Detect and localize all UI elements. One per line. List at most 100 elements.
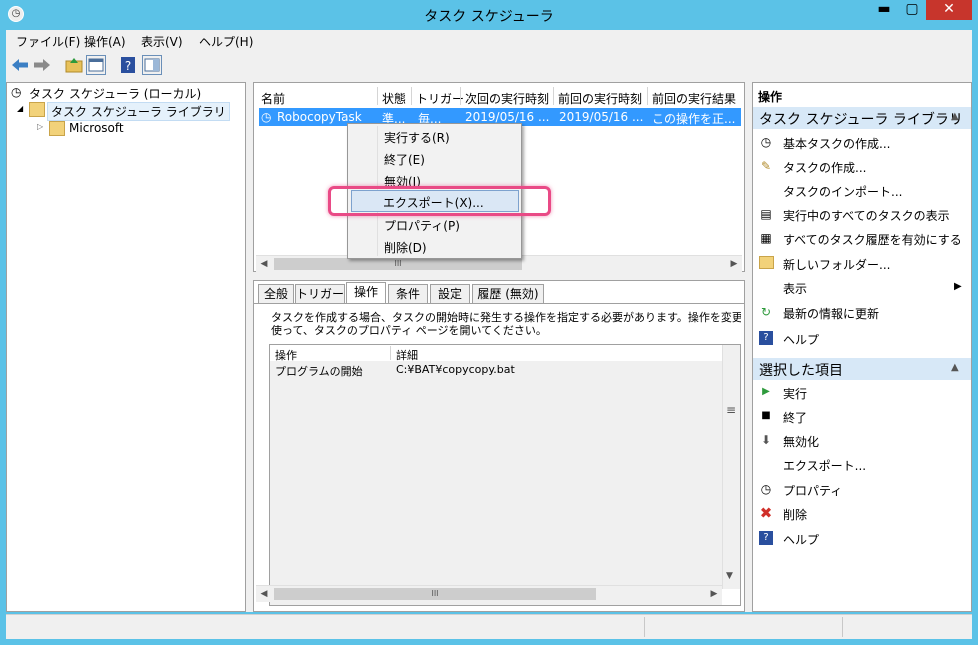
context-menu-run[interactable]: 実行する(R)	[384, 129, 450, 146]
horizontal-scrollbar[interactable]: ◀ III ▶	[256, 585, 722, 602]
tab-history[interactable]: 履歴 (無効)	[472, 284, 544, 303]
tree-library[interactable]: タスク スケジューラ ライブラリ	[47, 102, 230, 121]
maximize-button[interactable]: ▢	[898, 0, 926, 20]
action-help-selected[interactable]: ヘルプ	[783, 531, 819, 548]
action-enable-history[interactable]: すべてのタスク履歴を有効にする	[783, 231, 962, 248]
collapse-icon[interactable]: ▲	[951, 362, 959, 373]
action-help[interactable]: ヘルプ	[783, 331, 819, 348]
action-delete[interactable]: 削除	[783, 506, 807, 523]
submenu-arrow-icon: ▶	[954, 281, 962, 292]
action-properties[interactable]: プロパティ	[783, 482, 842, 499]
scroll-down-icon[interactable]: ▼	[726, 571, 733, 581]
action-show-running-tasks[interactable]: 実行中のすべてのタスクの表示	[783, 207, 950, 224]
column-header-trigger[interactable]: トリガー	[416, 90, 464, 107]
table-row[interactable]: プログラムの開始 C:¥BAT¥copycopy.bat	[270, 362, 722, 378]
task-last-result: この操作を正...	[652, 112, 736, 126]
tree-microsoft[interactable]: Microsoft	[69, 121, 124, 135]
action-disable[interactable]: 無効化	[783, 433, 819, 450]
menu-file[interactable]: ファイル(F)	[16, 33, 80, 50]
detail-description-2: 使って、タスクのプロパティ ページを開いてください。	[271, 324, 547, 337]
menu-bar: ファイル(F) 操作(A) 表示(V) ヘルプ(H)	[6, 30, 972, 52]
status-bar	[6, 614, 972, 639]
expand-arrow-icon[interactable]: ◢	[17, 104, 23, 113]
task-detail-pane: 全般 トリガー 操作 条件 設定 履歴 (無効) タスクを作成する場合、タスクの…	[253, 280, 745, 612]
action-detail: C:¥BAT¥copycopy.bat	[396, 363, 515, 376]
stop-icon: ■	[761, 410, 771, 421]
action-run[interactable]: 実行	[783, 385, 807, 402]
context-menu-end[interactable]: 終了(E)	[384, 151, 425, 168]
close-button[interactable]: ✕	[926, 0, 972, 20]
toolbar: ?	[6, 52, 972, 80]
help-icon: ?	[759, 331, 773, 345]
basic-task-icon: ◷	[760, 135, 772, 149]
properties-icon: ◷	[760, 482, 772, 496]
context-menu-properties[interactable]: プロパティ(P)	[384, 217, 460, 234]
scroll-left-icon[interactable]: ◀	[256, 256, 272, 272]
action-new-folder[interactable]: 新しいフォルダー...	[783, 256, 890, 273]
menu-help[interactable]: ヘルプ(H)	[199, 33, 253, 50]
scroll-left-icon[interactable]: ◀	[256, 586, 272, 602]
tab-general[interactable]: 全般	[258, 284, 294, 303]
disable-icon: ⬇	[760, 433, 772, 447]
task-last-run: 2019/05/16 ...	[559, 110, 644, 124]
run-icon: ▶	[762, 386, 770, 397]
running-tasks-icon: ▤	[760, 207, 772, 221]
actions-table: 操作 詳細 プログラムの開始 C:¥BAT¥copycopy.bat ≡ ▼	[269, 344, 741, 606]
collapse-icon[interactable]: ▲	[951, 111, 959, 122]
actions-pane: 操作 タスク スケジューラ ライブラリ ▲ ◷ 基本タスクの作成... ✎ タス…	[752, 82, 972, 612]
action-create-basic-task[interactable]: 基本タスクの作成...	[783, 135, 890, 152]
scroll-thumb[interactable]: III	[274, 588, 596, 600]
column-header-name[interactable]: 名前	[261, 90, 285, 107]
menu-action[interactable]: 操作(A)	[84, 33, 126, 50]
column-header-last-result[interactable]: 前回の実行結果	[652, 90, 736, 107]
action-export[interactable]: エクスポート...	[783, 457, 866, 474]
column-header-next-run[interactable]: 次回の実行時刻	[465, 90, 549, 107]
column-header-status[interactable]: 状態	[382, 90, 406, 107]
delete-icon: ✖	[759, 504, 773, 522]
menu-view[interactable]: 表示(V)	[141, 33, 183, 50]
task-clock-icon: ◷	[261, 110, 272, 124]
context-menu-delete[interactable]: 削除(D)	[384, 239, 427, 256]
vertical-scrollbar[interactable]: ≡ ▼	[722, 345, 740, 589]
tab-actions[interactable]: 操作	[346, 282, 386, 303]
section-header-selected[interactable]: 選択した項目 ▲	[753, 358, 971, 380]
action-create-task[interactable]: タスクの作成...	[783, 159, 866, 176]
action-refresh[interactable]: 最新の情報に更新	[783, 305, 879, 322]
folder-icon	[49, 121, 65, 136]
create-task-icon: ✎	[760, 159, 772, 173]
action-view[interactable]: 表示	[783, 280, 807, 297]
help-icon: ?	[759, 531, 773, 545]
task-name: RobocopyTask	[277, 110, 362, 124]
show-hide-pane-icon[interactable]	[86, 55, 106, 75]
folder-up-icon[interactable]	[64, 55, 84, 75]
tab-triggers[interactable]: トリガー	[295, 284, 345, 303]
forward-arrow-icon[interactable]	[32, 55, 52, 75]
window-title: タスク スケジューラ	[424, 9, 554, 25]
back-arrow-icon[interactable]	[10, 55, 30, 75]
scroll-grip-icon[interactable]: ≡	[726, 403, 736, 417]
minimize-button[interactable]: ▬	[870, 0, 898, 20]
history-icon: ▦	[760, 231, 772, 245]
section-header-library[interactable]: タスク スケジューラ ライブラリ ▲	[753, 107, 971, 129]
new-folder-icon	[759, 256, 774, 269]
action-end[interactable]: 終了	[783, 409, 807, 426]
refresh-icon: ↻	[760, 305, 772, 319]
folder-icon	[29, 102, 45, 117]
console-tree: ◷ タスク スケジューラ (ローカル) ◢ タスク スケジューラ ライブラリ ▷…	[6, 82, 246, 612]
help-icon[interactable]: ?	[118, 55, 138, 75]
column-header-last-run[interactable]: 前回の実行時刻	[558, 90, 642, 107]
action-type: プログラムの開始	[275, 365, 363, 378]
show-action-pane-icon[interactable]	[142, 55, 162, 75]
scroll-right-icon[interactable]: ▶	[726, 256, 742, 272]
tab-conditions[interactable]: 条件	[388, 284, 428, 303]
tab-settings[interactable]: 設定	[430, 284, 470, 303]
task-next-run: 2019/05/16 ...	[465, 110, 550, 124]
tree-clock-icon: ◷	[11, 85, 22, 99]
scroll-thumb[interactable]: III	[274, 258, 522, 270]
action-import-task[interactable]: タスクのインポート...	[783, 183, 902, 200]
actions-pane-title: 操作	[758, 90, 783, 104]
tree-root[interactable]: タスク スケジューラ (ローカル)	[29, 85, 201, 102]
scroll-right-icon[interactable]: ▶	[706, 586, 722, 602]
svg-text:?: ?	[125, 59, 131, 73]
collapse-arrow-icon[interactable]: ▷	[37, 122, 43, 131]
